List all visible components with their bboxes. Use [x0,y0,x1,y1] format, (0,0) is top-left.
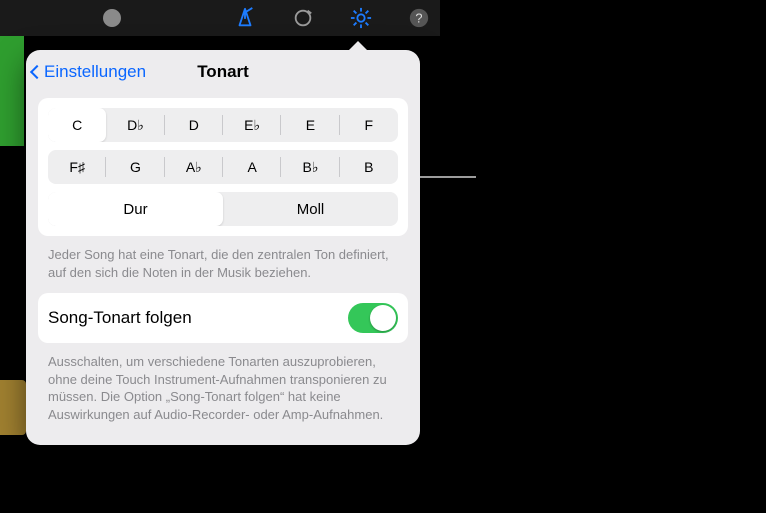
chevron-left-icon [30,65,44,79]
key-option[interactable]: E♭ [223,108,281,142]
playhead-knob[interactable] [103,9,121,27]
mode-option-minor[interactable]: Moll [223,192,398,226]
key-row-1: C D♭ D E♭ E F [48,108,398,142]
mode-option-major[interactable]: Dur [48,192,223,226]
key-option[interactable]: A♭ [165,150,223,184]
key-picker-card: C D♭ D E♭ E F F♯ G A♭ A B♭ B Dur Moll [38,98,408,236]
loop-icon[interactable] [292,7,314,29]
follow-label: Song-Tonart folgen [48,308,192,328]
key-row-2: F♯ G A♭ A B♭ B [48,150,398,184]
key-option[interactable]: E [281,108,339,142]
back-label: Einstellungen [44,62,146,82]
top-toolbar: ? [0,0,440,36]
track-header-strip [0,36,24,146]
key-option[interactable]: F♯ [48,150,106,184]
audio-region-strip [0,380,26,435]
settings-gear-icon[interactable] [350,7,372,29]
key-option[interactable]: B [340,150,398,184]
key-help-text: Jeder Song hat eine Tonart, die den zent… [26,242,420,287]
key-option[interactable]: F [340,108,398,142]
back-button[interactable]: Einstellungen [32,62,146,82]
key-option[interactable]: D♭ [106,108,164,142]
key-option[interactable]: G [106,150,164,184]
key-settings-popover: Einstellungen Tonart C D♭ D E♭ E F F♯ G … [26,50,420,445]
svg-text:?: ? [415,11,422,26]
key-option[interactable]: B♭ [281,150,339,184]
key-option[interactable]: C [48,108,106,142]
mode-segmented: Dur Moll [48,192,398,226]
help-icon[interactable]: ? [408,7,430,29]
key-option[interactable]: A [223,150,281,184]
follow-song-key-row: Song-Tonart folgen [38,293,408,343]
follow-help-text: Ausschalten, um verschiedene Tonarten au… [26,349,420,429]
follow-song-key-switch[interactable] [348,303,398,333]
switch-knob [370,305,396,331]
key-option[interactable]: D [165,108,223,142]
callout-line [420,176,476,178]
metronome-icon[interactable] [234,7,256,29]
